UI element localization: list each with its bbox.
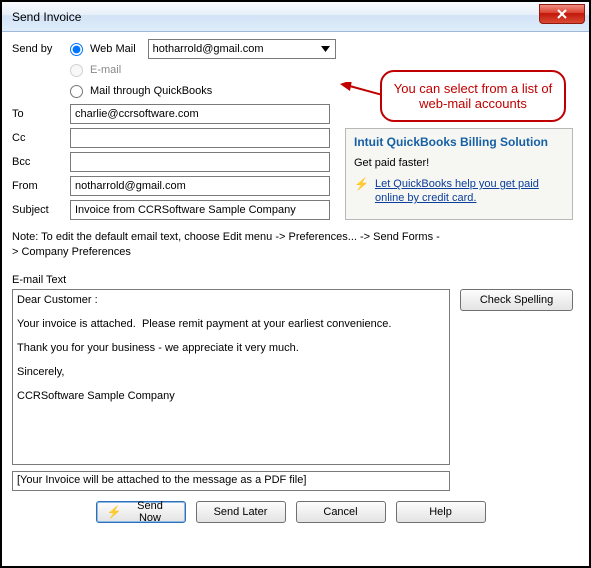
subject-label: Subject: [12, 204, 70, 216]
promo-title: Intuit QuickBooks Billing Solution: [354, 135, 564, 149]
send-by-email-label: E-mail: [90, 64, 121, 76]
to-label: To: [12, 108, 70, 120]
send-by-webmail-radio[interactable]: [70, 43, 83, 56]
webmail-account-dropdown[interactable]: hotharrold@gmail.com: [148, 39, 336, 59]
chevron-down-icon: [318, 42, 333, 56]
bcc-input[interactable]: [70, 152, 330, 172]
send-now-button[interactable]: ⚡ Send Now: [96, 501, 186, 523]
edit-note: Note: To edit the default email text, ch…: [12, 230, 442, 260]
close-button[interactable]: [539, 4, 585, 24]
attachment-note: [Your Invoice will be attached to the me…: [12, 471, 450, 491]
help-button[interactable]: Help: [396, 501, 486, 523]
send-by-mailqb-label: Mail through QuickBooks: [90, 85, 212, 97]
to-input[interactable]: [70, 104, 330, 124]
send-later-button[interactable]: Send Later: [196, 501, 286, 523]
check-spelling-button[interactable]: Check Spelling: [460, 289, 573, 311]
cc-label: Cc: [12, 132, 70, 144]
from-label: From: [12, 180, 70, 192]
cancel-button[interactable]: Cancel: [296, 501, 386, 523]
send-by-email-radio: [70, 64, 83, 77]
callout-bubble: You can select from a list of web-mail a…: [380, 70, 566, 122]
promo-subtitle: Get paid faster!: [354, 157, 564, 169]
lightning-icon: ⚡: [354, 177, 369, 191]
callout-text: You can select from a list of web-mail a…: [390, 81, 556, 111]
title-bar: Send Invoice: [2, 2, 589, 32]
send-by-label: Send by: [12, 40, 70, 55]
promo-link[interactable]: Let QuickBooks help you get paid online …: [375, 177, 564, 205]
send-by-mailqb-radio[interactable]: [70, 85, 83, 98]
window-title: Send Invoice: [12, 10, 81, 24]
promo-panel: Intuit QuickBooks Billing Solution Get p…: [345, 128, 573, 220]
send-now-label: Send Now: [125, 500, 174, 524]
bcc-label: Bcc: [12, 156, 70, 168]
subject-input[interactable]: [70, 200, 330, 220]
send-by-webmail-label: Web Mail: [90, 43, 136, 55]
webmail-account-value: hotharrold@gmail.com: [153, 43, 264, 55]
lightning-icon: ⚡: [107, 505, 122, 519]
close-icon: [556, 9, 568, 19]
email-text-label: E-mail Text: [12, 274, 579, 286]
cc-input[interactable]: [70, 128, 330, 148]
from-input[interactable]: [70, 176, 330, 196]
email-body-textarea[interactable]: [12, 289, 450, 465]
